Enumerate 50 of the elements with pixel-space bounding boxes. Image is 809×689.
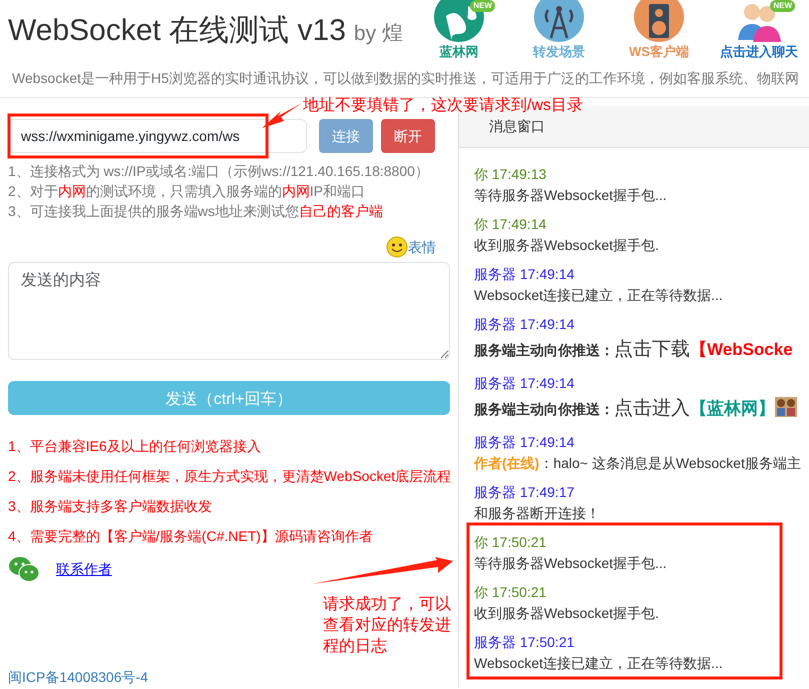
author-byline: by 煌 [354, 21, 403, 47]
hint-text: 1、连接格式为 ws://IP或域名:端口（示例ws://121.40.165.18:8800） [8, 162, 430, 181]
contact-link[interactable]: 联系作者 [56, 558, 112, 580]
site-description: Websocket是一种用于H5浏览器的实时通讯协议，可以做到数据的实时推送，可适用于广泛的工作环境，例如客服系统、物联网 [11, 69, 800, 88]
feature-text: 3、服务端支持多客户端数据收发 [8, 497, 213, 516]
message-meta: 你 17:50:21 [474, 533, 548, 552]
hint-text: 2、对于内网的测试环境，只需填入服务端的内网IP和端口 [8, 182, 366, 201]
connect-button[interactable]: 连接 [319, 119, 373, 153]
nav-link[interactable]: NEW 蓝林网 [409, 0, 509, 62]
send-button[interactable]: 发送（ctrl+回车） [8, 381, 450, 415]
nav-link[interactable]: WS客户端 [609, 0, 709, 62]
speaker-icon [634, 0, 684, 42]
message-meta: 你 17:49:13 [474, 165, 548, 184]
message-text: 等待服务器Websocket握手包... [474, 186, 668, 205]
address-field[interactable]: wss://wxminigame.yingywz.com/ws [8, 119, 307, 153]
nav-link[interactable]: 转发场景 [509, 0, 609, 62]
annotation-text: 请求成功了，可以查看对应的转发进程的日志 [323, 594, 452, 657]
message-meta: 服务器 17:49:14 [474, 433, 576, 452]
emoji-link[interactable]: 表情 [408, 236, 436, 258]
message-text: Websocket连接已建立，正在等待数据... [474, 654, 724, 673]
nav-link[interactable]: NEW 点击进入聊天 [709, 0, 809, 62]
message-text: 服务端主动向你推送：点击下载【WebSocke [474, 338, 794, 362]
message-meta: 你 17:50:21 [474, 583, 548, 602]
message-meta: 你 17:49:14 [474, 215, 548, 234]
message-text: 等待服务器Websocket握手包... [474, 554, 668, 573]
disconnect-button[interactable]: 断开 [381, 119, 435, 153]
icp-link[interactable]: 闽ICP备14008306号-4 [8, 669, 450, 685]
hint-text: 3、可连接我上面提供的服务端ws地址来测试您自己的客户端 [8, 202, 384, 221]
message-field[interactable]: 发送的内容 [8, 262, 450, 360]
message-text: Websocket连接已建立，正在等待数据... [474, 286, 724, 305]
new-badge: NEW [770, 0, 795, 12]
message-meta: 服务器 17:49:14 [474, 265, 576, 284]
callout-arrow [262, 103, 302, 128]
message-text: 服务端主动向你推送：点击进入【蓝林网】 [474, 394, 809, 424]
new-badge: NEW [470, 0, 495, 12]
antenna-icon [534, 0, 584, 42]
chat-icon [8, 555, 40, 583]
message-text: 收到服务器Websocket握手包. [474, 604, 660, 623]
feature-text: 4、需要完整的【客户端/服务端(C#.NET)】源码请咨询作者 [8, 527, 374, 546]
page-title: WebSocket 在线测试 v13 [8, 13, 346, 49]
message-text: 收到服务器Websocket握手包. [474, 236, 660, 255]
message-meta: 服务器 17:50:21 [474, 633, 576, 652]
message-meta: 服务器 17:49:17 [474, 483, 576, 502]
message-text: 作者(在线)：halo~ 这条消息是从Websocket服务端主 [474, 454, 802, 473]
feature-text: 2、服务端未使用任何框架，原生方式实现，更清楚WebSocket底层流程 [8, 467, 450, 486]
message-text: 和服务器断开连接！ [474, 504, 601, 523]
smiley-icon [386, 236, 408, 258]
message-meta: 服务器 17:49:14 [474, 315, 576, 334]
message-meta: 服务器 17:49:14 [474, 374, 576, 393]
feature-text: 1、平台兼容IE6及以上的任何浏览器接入 [8, 437, 262, 456]
